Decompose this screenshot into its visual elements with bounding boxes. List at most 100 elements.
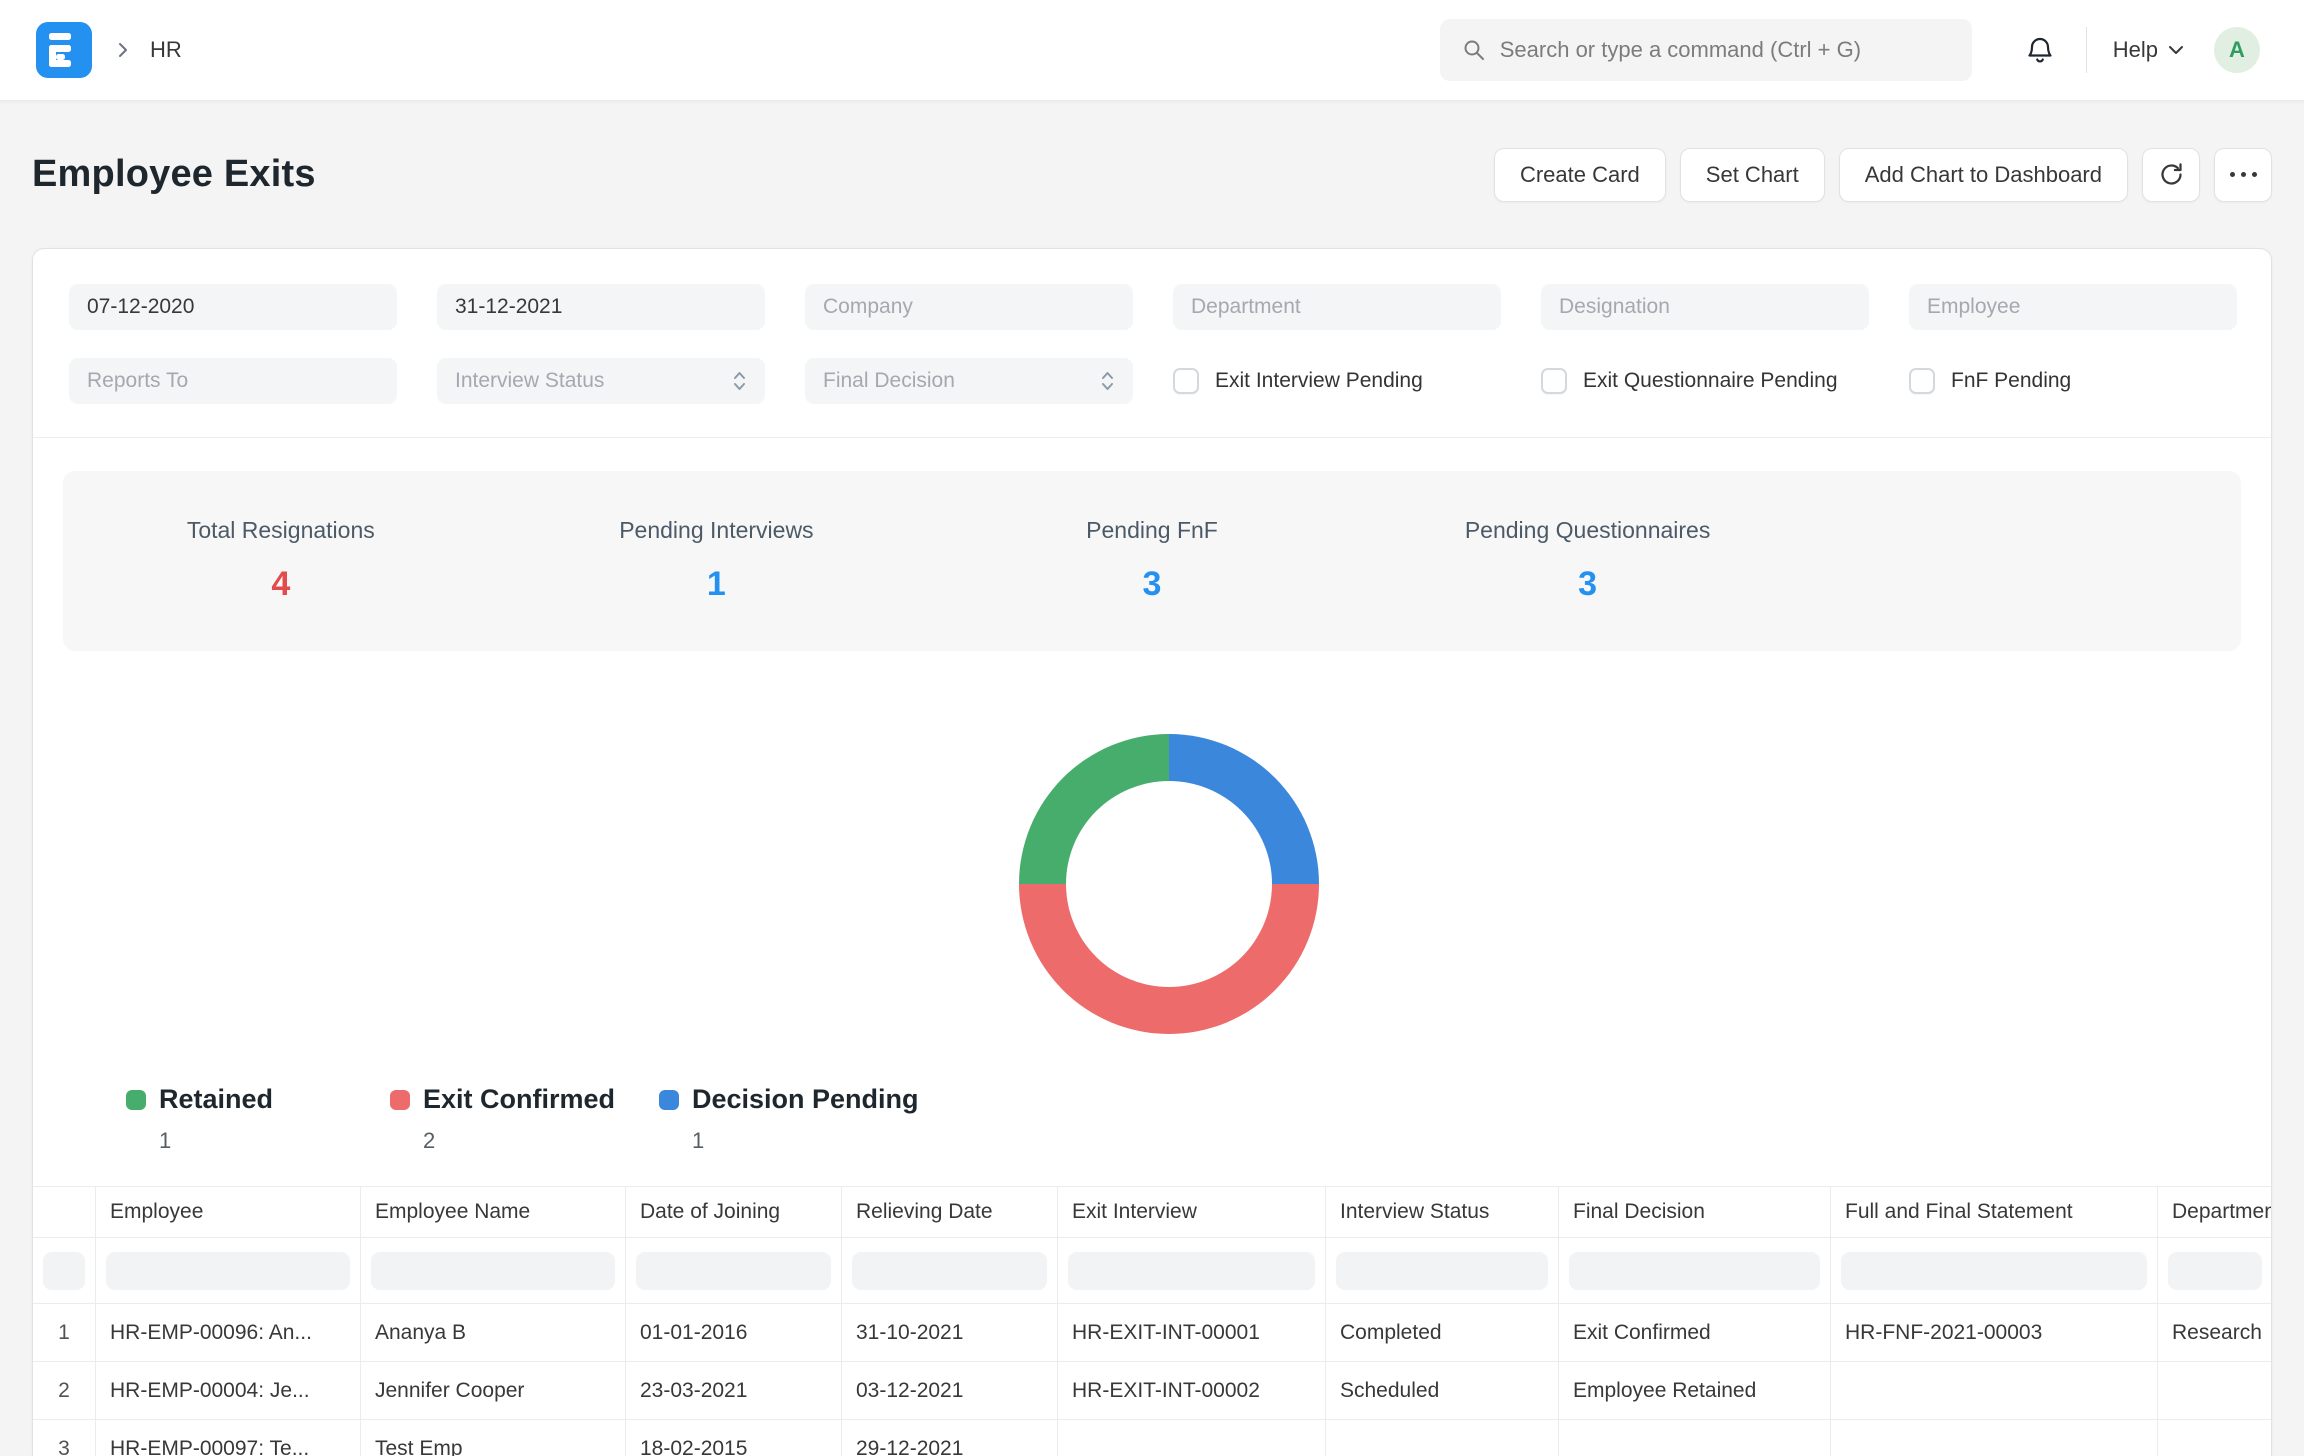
cell-date-of-joining[interactable]: 01-01-2016 xyxy=(626,1304,842,1361)
cell-exit-interview[interactable]: HR-EXIT-INT-00001 xyxy=(1058,1304,1326,1361)
app-logo-icon[interactable] xyxy=(36,22,92,78)
column-filter-input[interactable] xyxy=(2168,1252,2262,1290)
designation-input[interactable]: Designation xyxy=(1541,284,1869,330)
cell-final-decision[interactable]: Exit Confirmed xyxy=(1559,1304,1831,1361)
to-date-input[interactable]: 31-12-2021 xyxy=(437,284,765,330)
stats-panel: Total Resignations 4 Pending Interviews … xyxy=(63,471,2241,651)
legend-count: 1 xyxy=(159,1128,273,1154)
header-cell[interactable]: Final Decision xyxy=(1559,1187,1831,1237)
cell-exit-interview[interactable]: HR-EXIT-INT-00002 xyxy=(1058,1362,1326,1419)
header-cell[interactable]: Relieving Date xyxy=(842,1187,1058,1237)
exit-interview-pending-checkbox[interactable]: Exit Interview Pending xyxy=(1173,358,1501,404)
cell-exit-interview[interactable] xyxy=(1058,1420,1326,1456)
column-filter-input[interactable] xyxy=(1569,1252,1820,1290)
row-number: 3 xyxy=(33,1420,96,1456)
cell-relieving-date[interactable]: 31-10-2021 xyxy=(842,1304,1058,1361)
header-cell[interactable]: Employee Name xyxy=(361,1187,626,1237)
header-cell[interactable]: Date of Joining xyxy=(626,1187,842,1237)
stat-total-resignations: Total Resignations 4 xyxy=(63,517,499,651)
menu-button[interactable] xyxy=(2214,148,2272,202)
cell-department[interactable] xyxy=(2158,1420,2272,1456)
legend-item-retained[interactable]: Retained 1 xyxy=(126,1084,273,1154)
navbar: HR Search or type a command (Ctrl + G) H… xyxy=(0,0,2304,101)
fnf-pending-checkbox[interactable]: FnF Pending xyxy=(1909,358,2237,404)
column-filter-input[interactable] xyxy=(371,1252,615,1290)
final-decision-select[interactable]: Final Decision xyxy=(805,358,1133,404)
stat-pending-questionnaires: Pending Questionnaires 3 xyxy=(1370,517,1806,651)
cell-relieving-date[interactable]: 03-12-2021 xyxy=(842,1362,1058,1419)
department-input[interactable]: Department xyxy=(1173,284,1501,330)
header-cell[interactable]: Employee xyxy=(96,1187,361,1237)
search-input[interactable]: Search or type a command (Ctrl + G) xyxy=(1440,19,1972,81)
header-cell[interactable]: Interview Status xyxy=(1326,1187,1559,1237)
exit-questionnaire-pending-checkbox[interactable]: Exit Questionnaire Pending xyxy=(1541,358,1869,404)
search-icon xyxy=(1462,38,1486,62)
page-actions: Create Card Set Chart Add Chart to Dashb… xyxy=(1494,148,2272,202)
avatar[interactable]: A xyxy=(2214,27,2260,73)
legend-swatch xyxy=(659,1090,679,1110)
cell-employee[interactable]: HR-EMP-00004: Je... xyxy=(96,1362,361,1419)
column-filter-input[interactable] xyxy=(106,1252,350,1290)
select-updown-icon xyxy=(732,369,747,393)
cell-interview-status[interactable]: Scheduled xyxy=(1326,1362,1559,1419)
column-filter-input[interactable] xyxy=(852,1252,1047,1290)
table-row: 2 HR-EMP-00004: Je... Jennifer Cooper 23… xyxy=(33,1362,2272,1420)
column-filter-input[interactable] xyxy=(636,1252,831,1290)
add-chart-to-dashboard-button[interactable]: Add Chart to Dashboard xyxy=(1839,148,2128,202)
create-card-button[interactable]: Create Card xyxy=(1494,148,1666,202)
employee-input[interactable]: Employee xyxy=(1909,284,2237,330)
filter-section: 07-12-2020 31-12-2021 Company Department… xyxy=(33,249,2271,438)
cell-employee-name[interactable]: Ananya B xyxy=(361,1304,626,1361)
checkbox-icon xyxy=(1909,368,1935,394)
donut-chart[interactable] xyxy=(1019,734,1319,1034)
header-cell[interactable]: Exit Interview xyxy=(1058,1187,1326,1237)
cell-final-decision[interactable]: Employee Retained xyxy=(1559,1362,1831,1419)
employee-exits-card: 07-12-2020 31-12-2021 Company Department… xyxy=(32,248,2272,1456)
cell-date-of-joining[interactable]: 23-03-2021 xyxy=(626,1362,842,1419)
cell-date-of-joining[interactable]: 18-02-2015 xyxy=(626,1420,842,1456)
from-date-input[interactable]: 07-12-2020 xyxy=(69,284,397,330)
cell-fnf-statement[interactable] xyxy=(1831,1420,2158,1456)
chevron-down-icon xyxy=(2168,45,2184,55)
header-cell[interactable]: Department xyxy=(2158,1187,2272,1237)
header-cell[interactable]: Full and Final Statement xyxy=(1831,1187,2158,1237)
breadcrumb[interactable]: HR xyxy=(150,37,182,63)
table-filter-row xyxy=(33,1238,2272,1304)
help-menu[interactable]: Help xyxy=(2113,37,2184,63)
avatar-letter: A xyxy=(2229,37,2245,63)
cell-fnf-statement[interactable]: HR-FNF-2021-00003 xyxy=(1831,1304,2158,1361)
header-cell-index xyxy=(33,1187,96,1237)
donut-hole xyxy=(1066,781,1272,987)
erpnext-logo-glyph xyxy=(47,32,81,68)
cell-fnf-statement[interactable] xyxy=(1831,1362,2158,1419)
cell-employee[interactable]: HR-EMP-00096: An... xyxy=(96,1304,361,1361)
cell-relieving-date[interactable]: 29-12-2021 xyxy=(842,1420,1058,1456)
navbar-divider xyxy=(2086,27,2087,73)
cell-department[interactable] xyxy=(2158,1362,2272,1419)
navbar-right: Help A xyxy=(2018,27,2260,73)
reports-to-input[interactable]: Reports To xyxy=(69,358,397,404)
cell-interview-status[interactable] xyxy=(1326,1420,1559,1456)
notifications-bell-icon[interactable] xyxy=(2018,28,2062,72)
exits-table: Employee Employee Name Date of Joining R… xyxy=(33,1186,2272,1456)
cell-final-decision[interactable] xyxy=(1559,1420,1831,1456)
ellipsis-icon xyxy=(2230,172,2257,177)
company-input[interactable]: Company xyxy=(805,284,1133,330)
column-filter-input[interactable] xyxy=(1841,1252,2147,1290)
legend-item-exit-confirmed[interactable]: Exit Confirmed 2 xyxy=(390,1084,615,1154)
cell-employee-name[interactable]: Test Emp xyxy=(361,1420,626,1456)
legend-item-decision-pending[interactable]: Decision Pending 1 xyxy=(659,1084,919,1154)
stat-pending-fnf: Pending FnF 3 xyxy=(934,517,1370,651)
refresh-button[interactable] xyxy=(2142,148,2200,202)
column-filter-input[interactable] xyxy=(1336,1252,1548,1290)
refresh-icon xyxy=(2158,161,2185,188)
interview-status-select[interactable]: Interview Status xyxy=(437,358,765,404)
cell-department[interactable]: Research xyxy=(2158,1304,2272,1361)
column-filter-input[interactable] xyxy=(43,1252,85,1290)
cell-employee-name[interactable]: Jennifer Cooper xyxy=(361,1362,626,1419)
set-chart-button[interactable]: Set Chart xyxy=(1680,148,1825,202)
column-filter-input[interactable] xyxy=(1068,1252,1315,1290)
legend-count: 2 xyxy=(423,1128,615,1154)
cell-employee[interactable]: HR-EMP-00097: Te... xyxy=(96,1420,361,1456)
cell-interview-status[interactable]: Completed xyxy=(1326,1304,1559,1361)
